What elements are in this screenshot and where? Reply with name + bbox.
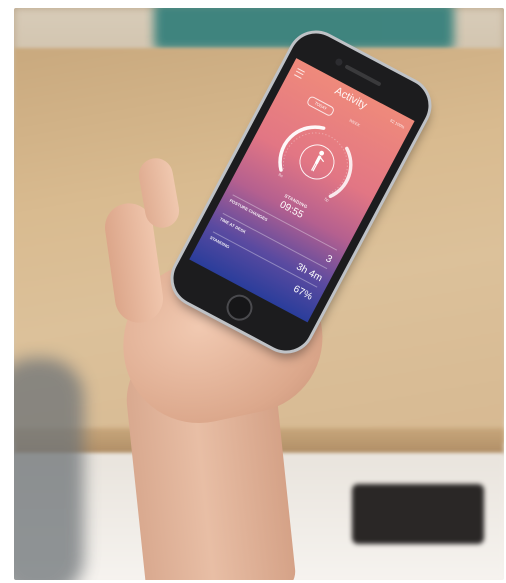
home-button[interactable] (221, 290, 258, 326)
sleeve (14, 358, 84, 580)
earpiece-speaker (344, 64, 382, 87)
photo-scene: Activity 82 100% TODAY WEEK 8a 5p STANDI… (14, 8, 504, 580)
gauge-left-tick: 8a (278, 172, 285, 179)
stat-value: 3 (323, 253, 334, 266)
standing-person-icon (311, 150, 325, 172)
stat-value: 67% (291, 283, 315, 303)
front-camera (334, 57, 344, 67)
desk-control-box (352, 484, 484, 544)
gauge-progress-arc (278, 125, 326, 172)
gauge-right-tick: 5p (324, 196, 331, 203)
week-toggle[interactable]: WEEK (348, 118, 361, 128)
